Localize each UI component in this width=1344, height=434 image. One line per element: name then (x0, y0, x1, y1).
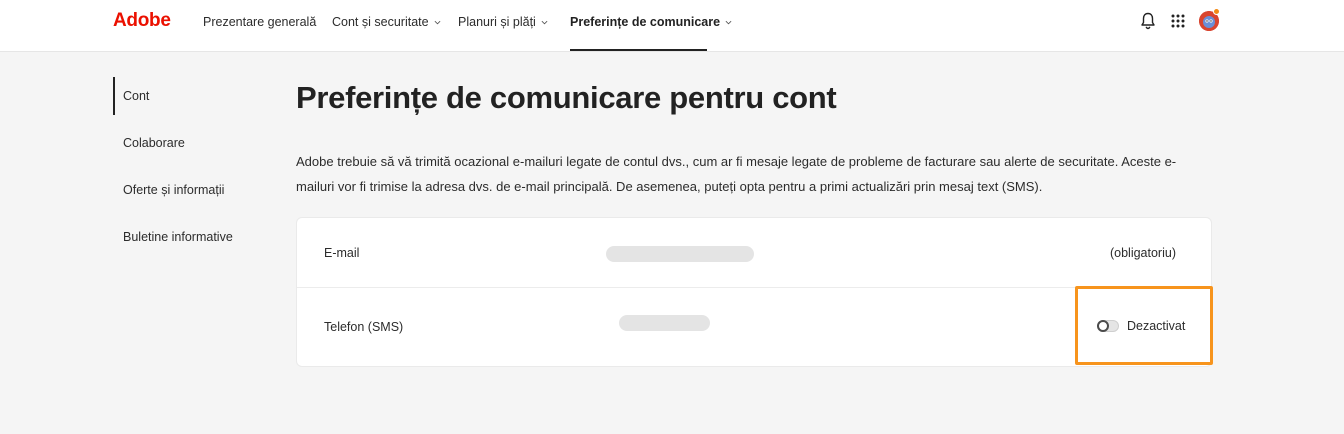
nav-account-security[interactable]: Cont și securitate (332, 14, 441, 30)
apps-grid-icon[interactable] (1171, 14, 1185, 28)
chevron-down-icon (541, 20, 548, 24)
nav-communication-preferences-label: Preferințe de comunicare (570, 15, 721, 29)
notification-dot (1213, 8, 1220, 15)
chevron-down-icon (434, 20, 441, 24)
nav-plans-payments-label: Planuri și plăți (458, 15, 536, 29)
highlight-box (1075, 286, 1213, 365)
email-value-redacted (606, 246, 754, 262)
page-title: Preferințe de comunicare pentru cont (296, 80, 837, 115)
nav-overview[interactable]: Prezentare generală (203, 14, 316, 30)
chevron-down-icon (725, 20, 732, 24)
adobe-logo[interactable]: Adobe (113, 10, 171, 32)
nav-plans-payments[interactable]: Planuri și plăți (458, 14, 548, 30)
nav-account-security-label: Cont și securitate (332, 15, 429, 29)
email-required-status: (obligatoriu) (1109, 246, 1176, 260)
top-navigation-bar: Adobe Prezentare generală Cont și securi… (0, 0, 1344, 52)
nav-overview-label: Prezentare generală (203, 15, 317, 29)
sidebar-item-collaboration[interactable]: Colaborare (123, 136, 185, 150)
phone-value-redacted (619, 315, 710, 331)
nav-communication-preferences[interactable]: Preferințe de comunicare (570, 14, 732, 30)
active-tab-underline (570, 49, 707, 51)
page-description: Adobe trebuie să vă trimită ocazional e-… (296, 154, 1177, 194)
sidebar-item-offers[interactable]: Oferte și informații (123, 183, 224, 197)
sidebar-active-indicator (113, 77, 115, 115)
row-divider (297, 287, 1211, 288)
phone-row-label: Telefon (SMS) (324, 320, 404, 334)
sidebar-item-newsletters[interactable]: Buletine informative (123, 230, 233, 244)
bell-icon[interactable] (1140, 12, 1156, 30)
email-row-label: E-mail (324, 246, 360, 260)
sidebar-item-account[interactable]: Cont (123, 89, 149, 103)
